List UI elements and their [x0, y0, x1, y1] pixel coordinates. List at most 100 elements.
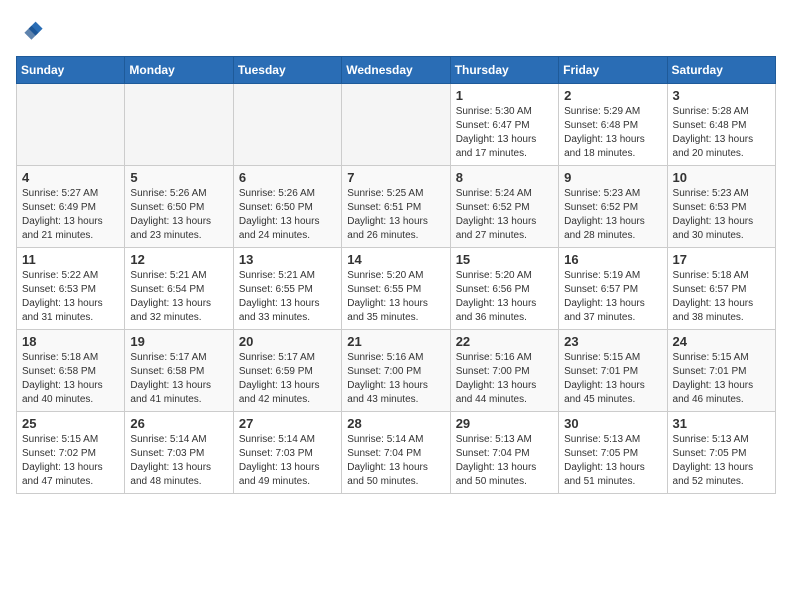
- day-number: 5: [130, 170, 227, 185]
- calendar-day-cell: 27 Sunrise: 5:14 AM Sunset: 7:03 PM Dayli…: [233, 412, 341, 494]
- day-info: Sunrise: 5:14 AM Sunset: 7:04 PM Dayligh…: [347, 433, 444, 489]
- day-number: 11: [22, 252, 119, 267]
- day-number: 29: [456, 416, 553, 431]
- day-number: 8: [456, 170, 553, 185]
- day-number: 1: [456, 88, 553, 103]
- day-number: 3: [673, 88, 770, 103]
- day-number: 18: [22, 334, 119, 349]
- day-number: 25: [22, 416, 119, 431]
- day-number: 26: [130, 416, 227, 431]
- calendar-day-cell: 13 Sunrise: 5:21 AM Sunset: 6:55 PM Dayli…: [233, 248, 341, 330]
- day-number: 15: [456, 252, 553, 267]
- calendar-day-cell: 11 Sunrise: 5:22 AM Sunset: 6:53 PM Dayli…: [17, 248, 125, 330]
- day-number: 16: [564, 252, 661, 267]
- calendar-day-cell: 20 Sunrise: 5:17 AM Sunset: 6:59 PM Dayli…: [233, 330, 341, 412]
- calendar-day-cell: 29 Sunrise: 5:13 AM Sunset: 7:04 PM Dayli…: [450, 412, 558, 494]
- calendar-day-cell: 3 Sunrise: 5:28 AM Sunset: 6:48 PM Daylig…: [667, 84, 775, 166]
- calendar-day-cell: 24 Sunrise: 5:15 AM Sunset: 7:01 PM Dayli…: [667, 330, 775, 412]
- day-info: Sunrise: 5:17 AM Sunset: 6:59 PM Dayligh…: [239, 351, 336, 407]
- day-info: Sunrise: 5:27 AM Sunset: 6:49 PM Dayligh…: [22, 187, 119, 243]
- calendar-day-cell: 16 Sunrise: 5:19 AM Sunset: 6:57 PM Dayli…: [559, 248, 667, 330]
- day-number: 4: [22, 170, 119, 185]
- calendar-day-cell: 12 Sunrise: 5:21 AM Sunset: 6:54 PM Dayli…: [125, 248, 233, 330]
- calendar-week-row: 25 Sunrise: 5:15 AM Sunset: 7:02 PM Dayli…: [17, 412, 776, 494]
- day-info: Sunrise: 5:23 AM Sunset: 6:52 PM Dayligh…: [564, 187, 661, 243]
- day-info: Sunrise: 5:13 AM Sunset: 7:04 PM Dayligh…: [456, 433, 553, 489]
- day-number: 22: [456, 334, 553, 349]
- day-number: 10: [673, 170, 770, 185]
- day-info: Sunrise: 5:13 AM Sunset: 7:05 PM Dayligh…: [564, 433, 661, 489]
- calendar-day-cell: 28Sunrise: 5:14 AM Sunset: 7:04 PM Dayli…: [342, 412, 450, 494]
- calendar-day-cell: 23 Sunrise: 5:15 AM Sunset: 7:01 PM Dayli…: [559, 330, 667, 412]
- calendar-day-cell: 18 Sunrise: 5:18 AM Sunset: 6:58 PM Dayli…: [17, 330, 125, 412]
- day-number: 31: [673, 416, 770, 431]
- weekday-header: Sunday: [17, 57, 125, 84]
- day-info: Sunrise: 5:16 AM Sunset: 7:00 PM Dayligh…: [347, 351, 444, 407]
- day-info: Sunrise: 5:24 AM Sunset: 6:52 PM Dayligh…: [456, 187, 553, 243]
- calendar-week-row: 1 Sunrise: 5:30 AM Sunset: 6:47 PM Daylig…: [17, 84, 776, 166]
- day-info: Sunrise: 5:26 AM Sunset: 6:50 PM Dayligh…: [239, 187, 336, 243]
- day-info: Sunrise: 5:17 AM Sunset: 6:58 PM Dayligh…: [130, 351, 227, 407]
- day-number: 17: [673, 252, 770, 267]
- day-number: 21: [347, 334, 444, 349]
- day-number: 20: [239, 334, 336, 349]
- day-info: Sunrise: 5:20 AM Sunset: 6:56 PM Dayligh…: [456, 269, 553, 325]
- day-info: Sunrise: 5:13 AM Sunset: 7:05 PM Dayligh…: [673, 433, 770, 489]
- day-number: 9: [564, 170, 661, 185]
- day-info: Sunrise: 5:14 AM Sunset: 7:03 PM Dayligh…: [239, 433, 336, 489]
- day-info: Sunrise: 5:16 AM Sunset: 7:00 PM Dayligh…: [456, 351, 553, 407]
- day-info: Sunrise: 5:18 AM Sunset: 6:58 PM Dayligh…: [22, 351, 119, 407]
- calendar-day-cell: [233, 84, 341, 166]
- calendar-day-cell: 6 Sunrise: 5:26 AM Sunset: 6:50 PM Daylig…: [233, 166, 341, 248]
- day-number: 27: [239, 416, 336, 431]
- day-info: Sunrise: 5:28 AM Sunset: 6:48 PM Dayligh…: [673, 105, 770, 161]
- weekday-header: Saturday: [667, 57, 775, 84]
- calendar-day-cell: 26Sunrise: 5:14 AM Sunset: 7:03 PM Dayli…: [125, 412, 233, 494]
- day-number: 24: [673, 334, 770, 349]
- day-number: 12: [130, 252, 227, 267]
- day-number: 6: [239, 170, 336, 185]
- weekday-header: Wednesday: [342, 57, 450, 84]
- day-info: Sunrise: 5:15 AM Sunset: 7:02 PM Dayligh…: [22, 433, 119, 489]
- calendar-day-cell: 31 Sunrise: 5:13 AM Sunset: 7:05 PM Dayli…: [667, 412, 775, 494]
- calendar-day-cell: 21 Sunrise: 5:16 AM Sunset: 7:00 PM Dayli…: [342, 330, 450, 412]
- calendar-day-cell: 25 Sunrise: 5:15 AM Sunset: 7:02 PM Dayli…: [17, 412, 125, 494]
- calendar-day-cell: 7Sunrise: 5:25 AM Sunset: 6:51 PM Daylig…: [342, 166, 450, 248]
- day-info: Sunrise: 5:21 AM Sunset: 6:55 PM Dayligh…: [239, 269, 336, 325]
- day-number: 2: [564, 88, 661, 103]
- calendar-day-cell: 22 Sunrise: 5:16 AM Sunset: 7:00 PM Dayli…: [450, 330, 558, 412]
- day-number: 13: [239, 252, 336, 267]
- day-info: Sunrise: 5:15 AM Sunset: 7:01 PM Dayligh…: [673, 351, 770, 407]
- calendar-day-cell: [342, 84, 450, 166]
- logo: [16, 16, 48, 44]
- day-info: Sunrise: 5:19 AM Sunset: 6:57 PM Dayligh…: [564, 269, 661, 325]
- day-info: Sunrise: 5:22 AM Sunset: 6:53 PM Dayligh…: [22, 269, 119, 325]
- page-header: [16, 16, 776, 44]
- day-info: Sunrise: 5:23 AM Sunset: 6:53 PM Dayligh…: [673, 187, 770, 243]
- day-info: Sunrise: 5:25 AM Sunset: 6:51 PM Dayligh…: [347, 187, 444, 243]
- weekday-header: Tuesday: [233, 57, 341, 84]
- calendar-day-cell: 4 Sunrise: 5:27 AM Sunset: 6:49 PM Daylig…: [17, 166, 125, 248]
- weekday-header: Thursday: [450, 57, 558, 84]
- weekday-header: Friday: [559, 57, 667, 84]
- day-number: 14: [347, 252, 444, 267]
- day-info: Sunrise: 5:15 AM Sunset: 7:01 PM Dayligh…: [564, 351, 661, 407]
- day-number: 23: [564, 334, 661, 349]
- calendar-week-row: 18 Sunrise: 5:18 AM Sunset: 6:58 PM Dayli…: [17, 330, 776, 412]
- calendar-day-cell: [17, 84, 125, 166]
- calendar-week-row: 4 Sunrise: 5:27 AM Sunset: 6:49 PM Daylig…: [17, 166, 776, 248]
- day-info: Sunrise: 5:26 AM Sunset: 6:50 PM Dayligh…: [130, 187, 227, 243]
- weekday-header-row: SundayMondayTuesdayWednesdayThursdayFrid…: [17, 57, 776, 84]
- calendar-day-cell: 17Sunrise: 5:18 AM Sunset: 6:57 PM Dayli…: [667, 248, 775, 330]
- day-info: Sunrise: 5:20 AM Sunset: 6:55 PM Dayligh…: [347, 269, 444, 325]
- day-info: Sunrise: 5:30 AM Sunset: 6:47 PM Dayligh…: [456, 105, 553, 161]
- calendar-day-cell: 14 Sunrise: 5:20 AM Sunset: 6:55 PM Dayli…: [342, 248, 450, 330]
- day-info: Sunrise: 5:29 AM Sunset: 6:48 PM Dayligh…: [564, 105, 661, 161]
- day-info: Sunrise: 5:21 AM Sunset: 6:54 PM Dayligh…: [130, 269, 227, 325]
- calendar-day-cell: 8 Sunrise: 5:24 AM Sunset: 6:52 PM Daylig…: [450, 166, 558, 248]
- calendar-table: SundayMondayTuesdayWednesdayThursdayFrid…: [16, 56, 776, 494]
- calendar-day-cell: 2 Sunrise: 5:29 AM Sunset: 6:48 PM Daylig…: [559, 84, 667, 166]
- generalblue-icon: [16, 16, 44, 44]
- day-number: 30: [564, 416, 661, 431]
- calendar-day-cell: 19Sunrise: 5:17 AM Sunset: 6:58 PM Dayli…: [125, 330, 233, 412]
